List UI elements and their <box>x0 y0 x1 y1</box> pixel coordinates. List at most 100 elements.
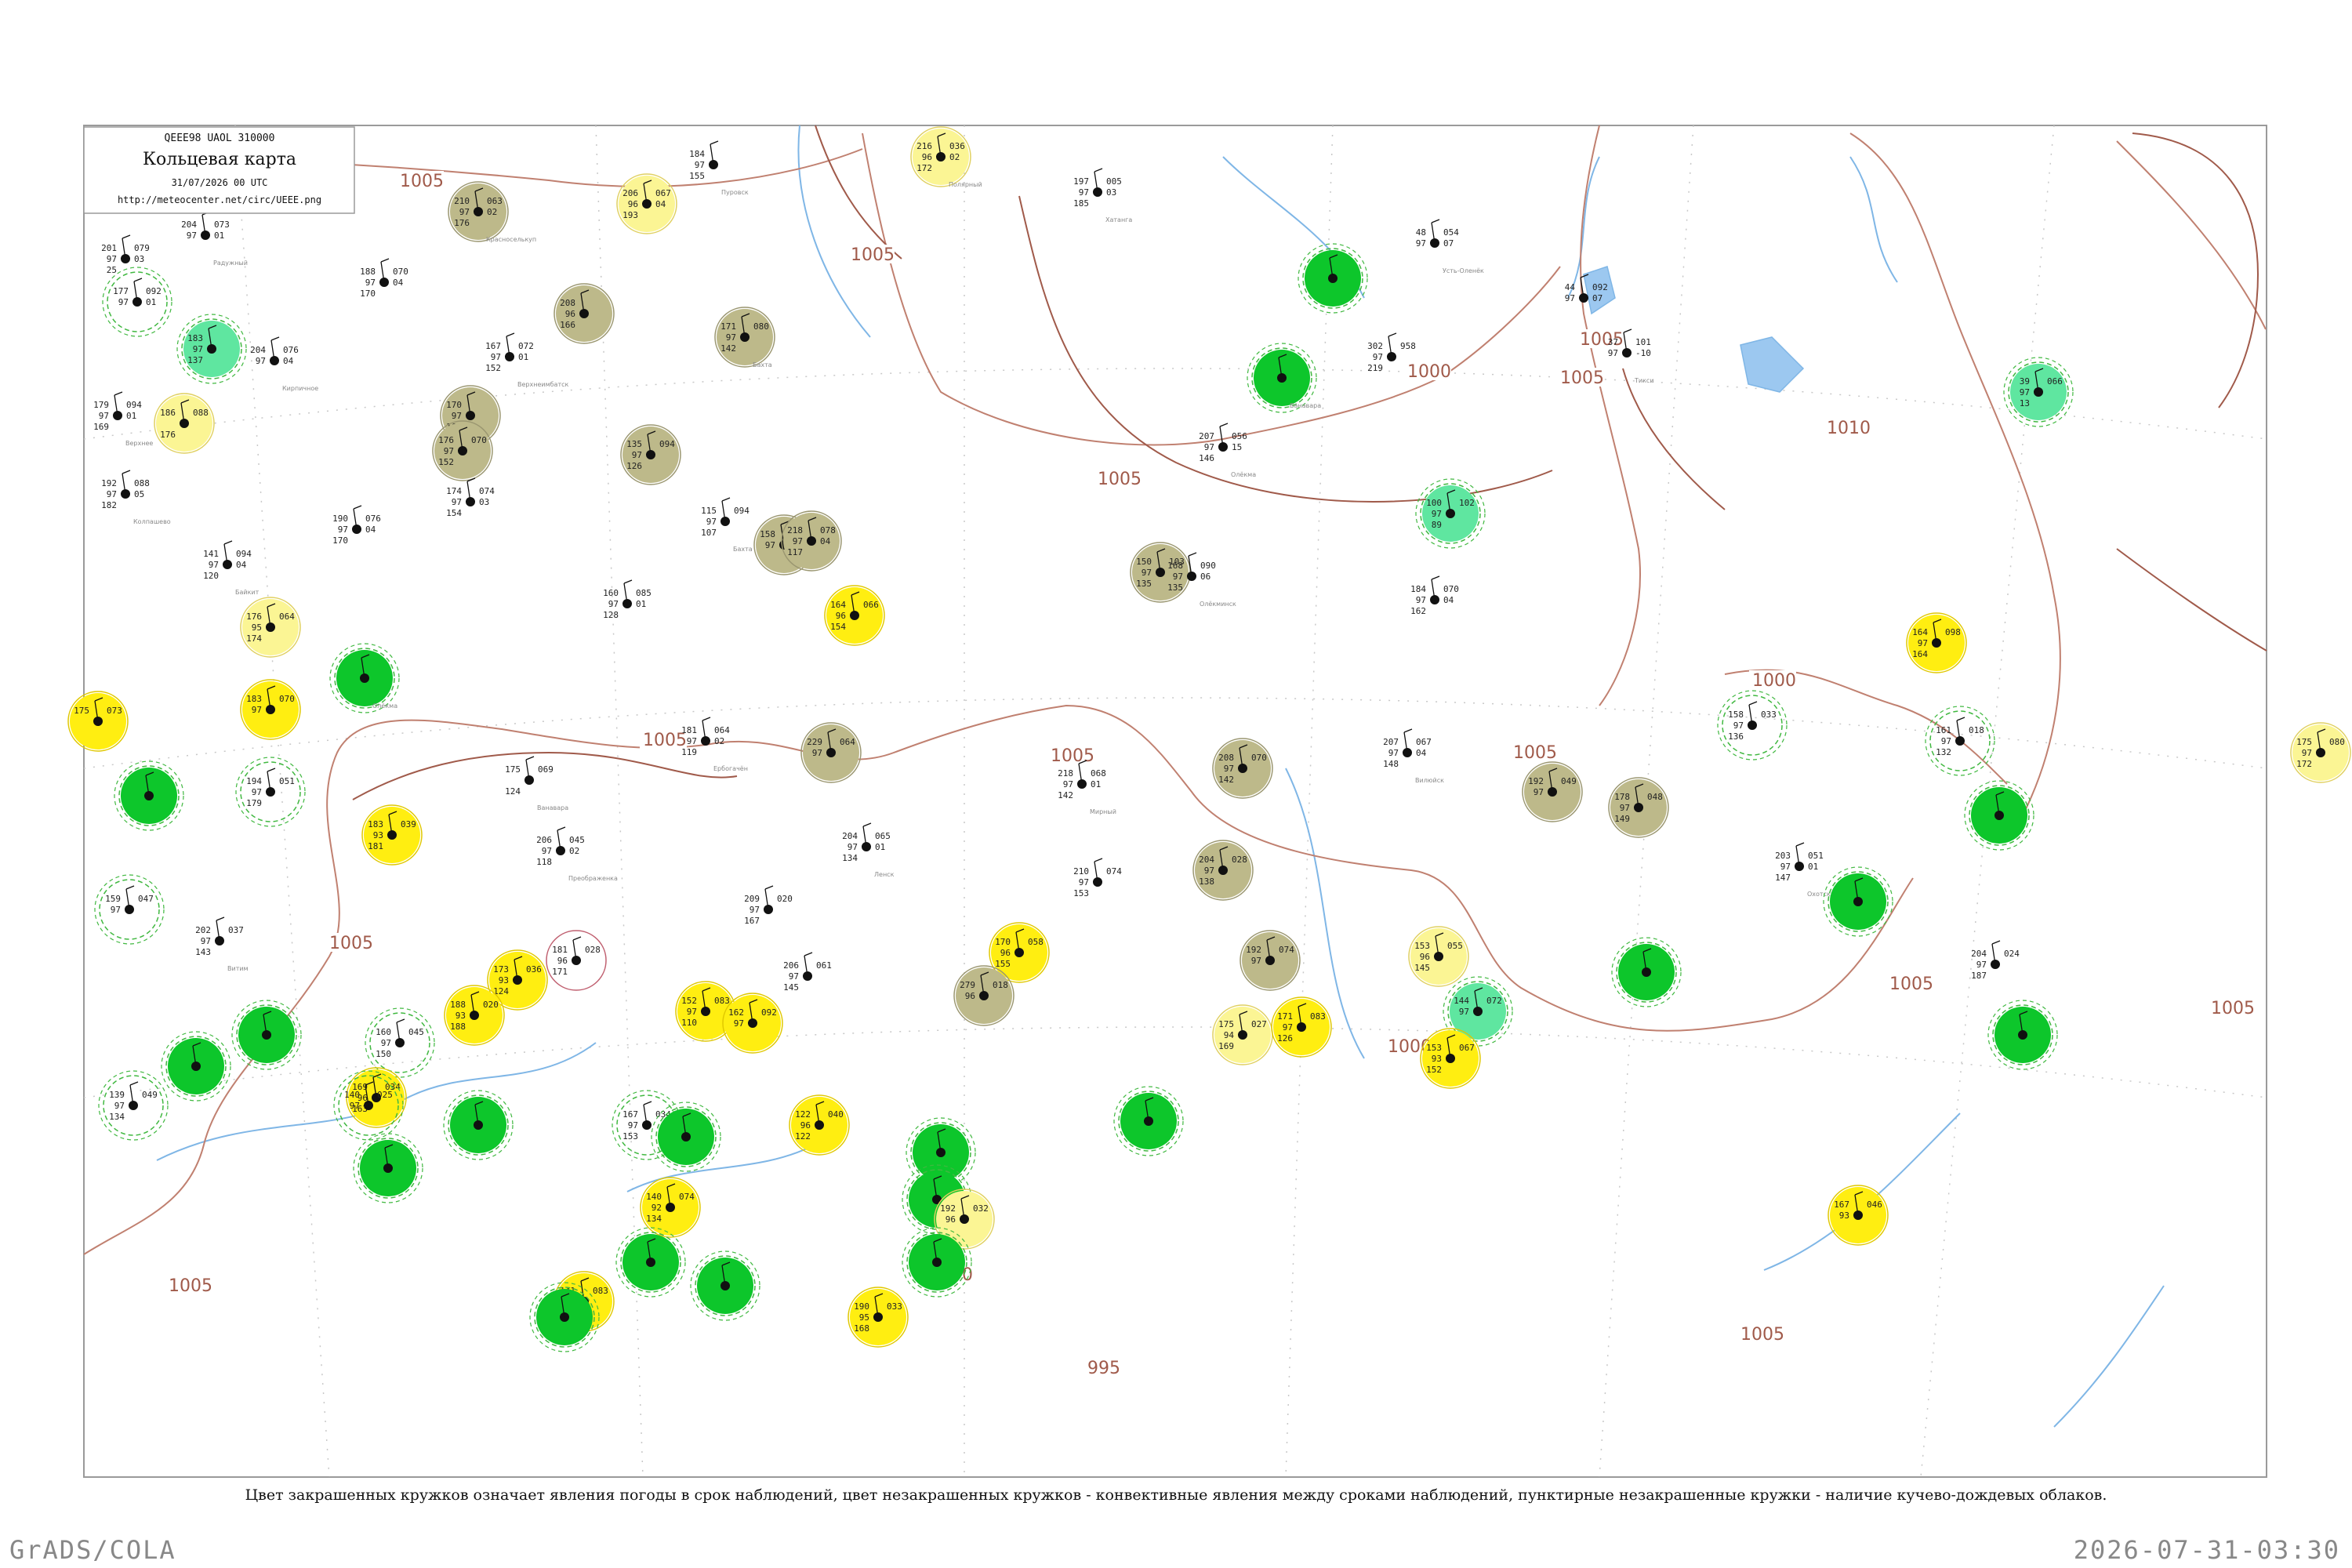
station-plot[interactable]: 192 049 97 <box>1522 761 1583 822</box>
station-dewpoint: 132 <box>1936 747 1951 757</box>
station-dewpoint: 150 <box>376 1049 391 1059</box>
station-plot[interactable]: 183 039 93181 <box>361 804 423 866</box>
station-temp: 206 <box>536 835 552 845</box>
station-dewpoint: 25 <box>107 265 117 275</box>
station-plot[interactable]: 190 033 95168 <box>848 1287 909 1348</box>
station-dewpoint: 187 <box>1971 971 1987 981</box>
station-plot[interactable]: 153 055 96145 <box>1408 926 1469 987</box>
station-pressure: 094 <box>659 439 675 449</box>
station-plot[interactable]: 192 074 97 <box>1240 930 1301 991</box>
station-tendency: -10 <box>1635 348 1651 358</box>
station-plot[interactable]: 164 066 96154 <box>824 585 885 646</box>
station-pressure: 025 <box>377 1090 393 1100</box>
station-visibility: 97 <box>459 207 470 217</box>
station-plot[interactable]: 176 064 95174 <box>240 597 301 658</box>
station-temp: 115 <box>701 506 717 516</box>
station-tendency: 01 <box>126 411 136 421</box>
station-dewpoint: 155 <box>995 959 1011 969</box>
station-pressure: 064 <box>279 612 295 622</box>
station-temp: 202 <box>195 925 211 935</box>
station-plot[interactable]: 135 094 97126 <box>620 424 681 485</box>
station-temp: 161 <box>1936 725 1951 735</box>
station-pressure: 070 <box>1251 753 1267 763</box>
header-title: Кольцевая карта <box>143 150 296 169</box>
station-visibility: 97 <box>1079 187 1089 198</box>
station-plot[interactable]: 204 028 97138 <box>1192 840 1254 901</box>
station-plot[interactable]: 188 020 93188 <box>444 985 505 1046</box>
station-pressure: 088 <box>134 478 150 488</box>
station-plot[interactable]: 164 098 97164 <box>1906 612 1967 673</box>
station-tendency: 04 <box>283 356 294 366</box>
station-name: Олёкма <box>372 702 397 710</box>
station-plot[interactable]: 229 064 97 <box>800 722 862 783</box>
station-plot[interactable]: 218 078 97 04 117 <box>781 510 842 572</box>
station-plot[interactable]: 279 018 96 <box>953 965 1014 1026</box>
station-temp: 39 <box>2020 376 2030 387</box>
station-plot[interactable]: 206 067 96 04 193 <box>616 173 677 234</box>
station-temp: 173 <box>493 964 509 975</box>
header-datetime: 31/07/2026 00 UTC <box>172 177 268 188</box>
station-tendency: 02 <box>949 152 960 162</box>
station-plot[interactable]: 140 074 92134 <box>640 1177 701 1238</box>
station-temp: 179 <box>93 400 109 410</box>
station-temp: 167 <box>485 341 501 351</box>
station-temp: 192 <box>1246 945 1261 955</box>
station-visibility: 97 <box>201 936 211 946</box>
station-visibility: 93 <box>1839 1210 1849 1221</box>
station-temp: 158 <box>760 529 775 539</box>
station-visibility: 97 <box>1079 877 1089 887</box>
station-plot[interactable]: 208 070 97142 <box>1212 738 1273 799</box>
station-temp: 188 <box>450 1000 466 1010</box>
station-plot[interactable]: 175 080 97172 <box>2290 722 2351 783</box>
station-pressure: 098 <box>1945 627 1961 637</box>
station-temp: 302 <box>1367 341 1383 351</box>
station-temp: 181 <box>681 725 697 735</box>
station-plot[interactable]: 183 070 97 <box>240 679 301 740</box>
station-plot[interactable]: 162 092 97 <box>722 993 783 1054</box>
station-pressure: 083 <box>593 1286 608 1296</box>
station-visibility: 97 <box>452 411 462 421</box>
station-dewpoint: 188 <box>450 1022 466 1032</box>
station-plot[interactable]: 176 070 97152 <box>432 420 493 481</box>
station-tendency: 15 <box>1232 442 1242 452</box>
station-plot[interactable]: 175 027 94169 <box>1212 1004 1273 1065</box>
station-plot[interactable]: 153 067 93152 <box>1420 1028 1481 1089</box>
station-visibility: 97 <box>1432 509 1442 519</box>
caption: Цвет закрашенных кружков означает явлени… <box>245 1486 2107 1504</box>
station-pressure: 074 <box>679 1192 695 1202</box>
station-plot[interactable]: 20896166 <box>554 283 615 344</box>
station-dewpoint: 170 <box>360 289 376 299</box>
station-visibility: 96 <box>922 152 932 162</box>
station-temp: 176 <box>246 612 262 622</box>
station-plot[interactable]: 178 048 97149 <box>1608 777 1669 838</box>
station-temp: 181 <box>552 945 568 955</box>
station-plot[interactable]: 186 088 176 <box>154 393 215 454</box>
station-name: Бахта <box>733 546 753 553</box>
station-visibility: 97 <box>111 905 121 915</box>
station-pressure: 064 <box>840 737 855 747</box>
station-temp: 44 <box>1565 282 1576 292</box>
station-visibility: 97 <box>338 524 348 535</box>
station-visibility: 97 <box>1063 779 1073 789</box>
station-temp: 48 <box>1416 227 1426 238</box>
station-plot[interactable]: 171 083 97126 <box>1271 996 1332 1058</box>
station-dewpoint: 179 <box>246 798 262 808</box>
footer-left: GrADS/COLA <box>9 1535 176 1565</box>
station-dewpoint: 120 <box>203 571 219 581</box>
isobar-label: 1005 <box>1740 1325 1784 1345</box>
station-visibility: 96 <box>557 956 568 966</box>
station-pressure: 076 <box>365 514 381 524</box>
station-dewpoint: 110 <box>681 1018 697 1028</box>
station-temp: 204 <box>250 345 266 355</box>
station-visibility: 97 <box>687 736 697 746</box>
station-plot[interactable]: 122 040 96122 <box>789 1094 850 1156</box>
station-tendency: 04 <box>1416 748 1427 758</box>
station-plot[interactable]: 167 046 93 <box>1828 1185 1889 1246</box>
isobar-label: 1005 <box>643 731 687 750</box>
station-visibility: 97 <box>765 540 775 550</box>
station-visibility: 97 <box>187 230 197 241</box>
weather-map: 1005100510051000 1005101010051005 10051000… <box>9 125 2351 1565</box>
header-url: http://meteocenter.net/circ/UEEE.png <box>118 194 321 205</box>
station-plot[interactable]: 175 073 <box>67 691 129 752</box>
station-dewpoint: 146 <box>1199 453 1214 463</box>
